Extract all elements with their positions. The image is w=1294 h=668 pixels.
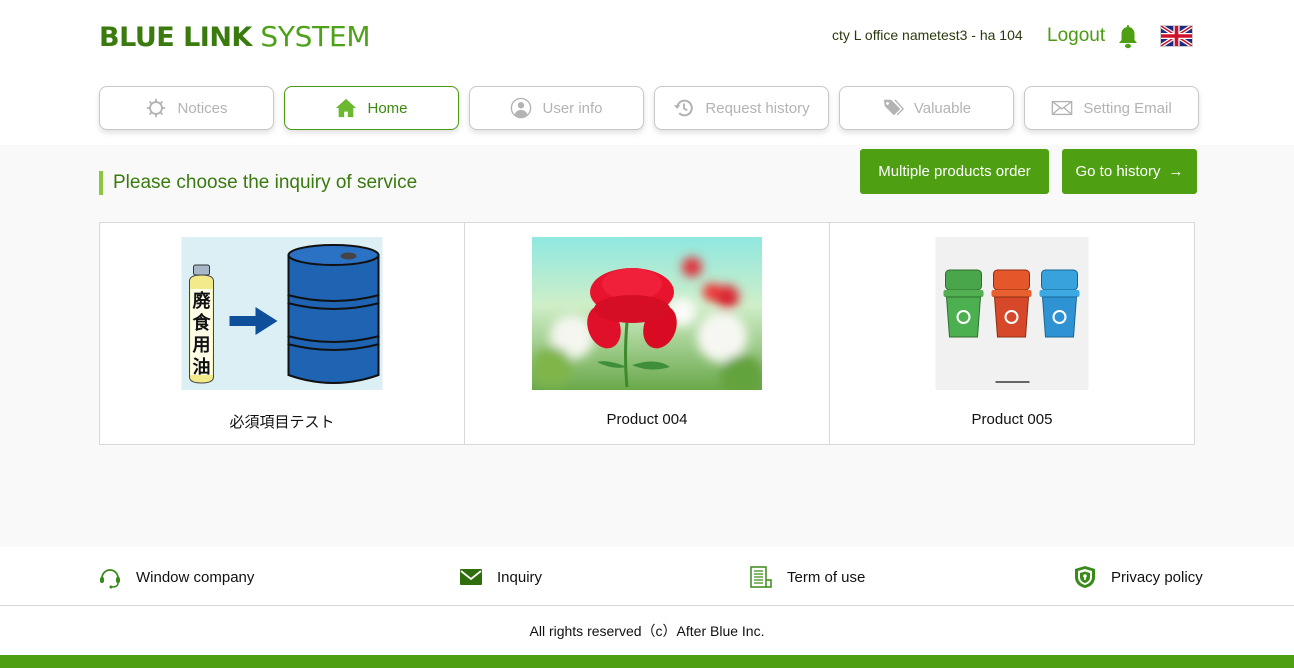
tab-user-info[interactable]: User info bbox=[469, 86, 644, 130]
oil-label-char: 食 bbox=[192, 312, 212, 334]
section-title: Please choose the inquiry of service bbox=[99, 171, 417, 195]
product-grid: 廃 食 用 油 必須項目テスト Product 004 Product 005 bbox=[99, 222, 1195, 445]
footer-link-privacy-policy[interactable]: Privacy policy bbox=[1073, 565, 1203, 589]
bottom-bar bbox=[0, 655, 1294, 668]
gear-icon bbox=[147, 98, 166, 118]
footer-link-label: Inquiry bbox=[497, 568, 543, 586]
oil-label-char: 油 bbox=[193, 356, 211, 378]
footer-link-term-of-use[interactable]: Term of use bbox=[749, 565, 865, 589]
button-label: Multiple products order bbox=[878, 163, 1031, 180]
mail-icon bbox=[460, 569, 482, 585]
tab-label: Valuable bbox=[913, 99, 972, 117]
tab-request-history[interactable]: Request history bbox=[654, 86, 829, 130]
footer-link-window-company[interactable]: Window company bbox=[98, 565, 254, 589]
header: BLUE LINK SYSTEM cty L office nametest3 … bbox=[0, 0, 1294, 145]
user-name: cty L office nametest3 - ha 104 bbox=[832, 27, 1023, 43]
logo-light: SYSTEM bbox=[260, 20, 371, 53]
footer-links: Window company Inquiry Term of use Priva… bbox=[0, 547, 1294, 605]
tab-label: Setting Email bbox=[1083, 99, 1172, 117]
oil-label-char: 用 bbox=[193, 335, 211, 356]
waste-oil-image: 廃 食 用 油 bbox=[181, 237, 383, 390]
tag-icon bbox=[883, 99, 904, 116]
footer-link-inquiry[interactable]: Inquiry bbox=[459, 565, 542, 589]
tab-label: User info bbox=[542, 99, 603, 117]
product-name: Product 005 bbox=[971, 411, 1053, 428]
tab-valuable[interactable]: Valuable bbox=[839, 86, 1014, 130]
copyright: All rights reserved（c）After Blue Inc. bbox=[0, 606, 1294, 655]
arrow-right-icon: → bbox=[1168, 163, 1184, 180]
product-card[interactable]: 廃 食 用 油 必須項目テスト bbox=[99, 222, 465, 445]
product-name: 必須項目テスト bbox=[229, 414, 335, 431]
footer-link-label: Term of use bbox=[787, 568, 866, 586]
tab-label: Home bbox=[367, 99, 408, 117]
shield-icon bbox=[1075, 566, 1095, 588]
oil-label-char: 廃 bbox=[193, 290, 212, 312]
document-icon bbox=[750, 566, 772, 588]
footer-link-label: Privacy policy bbox=[1111, 568, 1203, 586]
uk-flag-icon[interactable] bbox=[1160, 25, 1193, 47]
tab-label: Notices bbox=[177, 99, 228, 117]
user-icon bbox=[511, 97, 532, 119]
main-content: Please choose the inquiry of service Mul… bbox=[0, 145, 1294, 547]
multiple-products-order-button[interactable]: Multiple products order bbox=[860, 149, 1049, 194]
go-to-history-button[interactable]: Go to history → bbox=[1062, 149, 1197, 194]
bell-icon[interactable] bbox=[1117, 25, 1139, 49]
button-label: Go to history bbox=[1075, 163, 1161, 180]
red-rose-image bbox=[532, 237, 762, 390]
tab-label: Request history bbox=[705, 99, 810, 117]
home-icon bbox=[336, 98, 357, 118]
product-name: Product 004 bbox=[606, 411, 688, 428]
footer-link-label: Window company bbox=[136, 568, 255, 586]
recycling-bins-image bbox=[935, 237, 1089, 390]
history-icon bbox=[674, 99, 694, 117]
logout-link[interactable]: Logout bbox=[1047, 25, 1105, 47]
product-card[interactable]: Product 004 bbox=[464, 222, 830, 445]
logo[interactable]: BLUE LINK SYSTEM bbox=[99, 20, 371, 54]
product-card[interactable]: Product 005 bbox=[829, 222, 1195, 445]
tab-setting-email[interactable]: Setting Email bbox=[1024, 86, 1199, 130]
envelope-icon bbox=[1052, 100, 1073, 116]
tab-home[interactable]: Home bbox=[284, 86, 459, 130]
main-nav: Notices Home User info Request history V… bbox=[99, 86, 1199, 130]
logo-bold: BLUE LINK bbox=[99, 22, 252, 53]
headset-icon bbox=[100, 569, 120, 589]
tab-notices[interactable]: Notices bbox=[99, 86, 274, 130]
